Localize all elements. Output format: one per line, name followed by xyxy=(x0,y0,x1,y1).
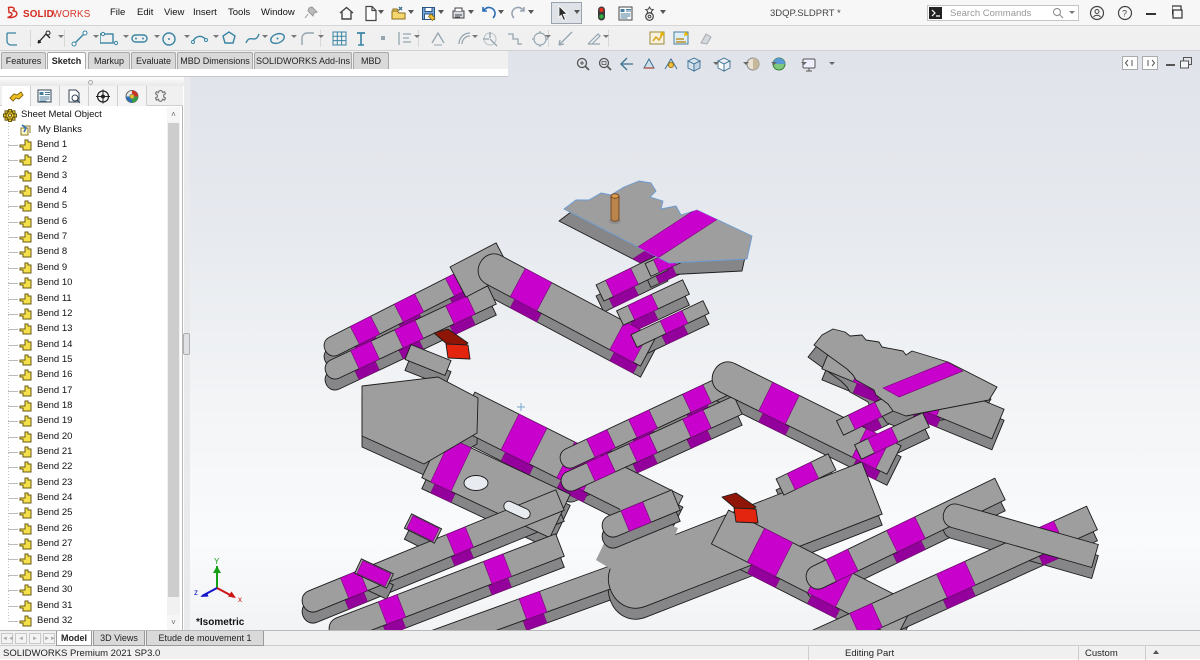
svg-text:z: z xyxy=(194,588,198,597)
svg-text:x: x xyxy=(238,595,242,604)
svg-text:?: ? xyxy=(1122,9,1127,19)
svg-text:WORKS: WORKS xyxy=(53,9,91,20)
svg-text:Y: Y xyxy=(214,557,220,566)
svg-text:SOLID: SOLID xyxy=(23,9,54,20)
